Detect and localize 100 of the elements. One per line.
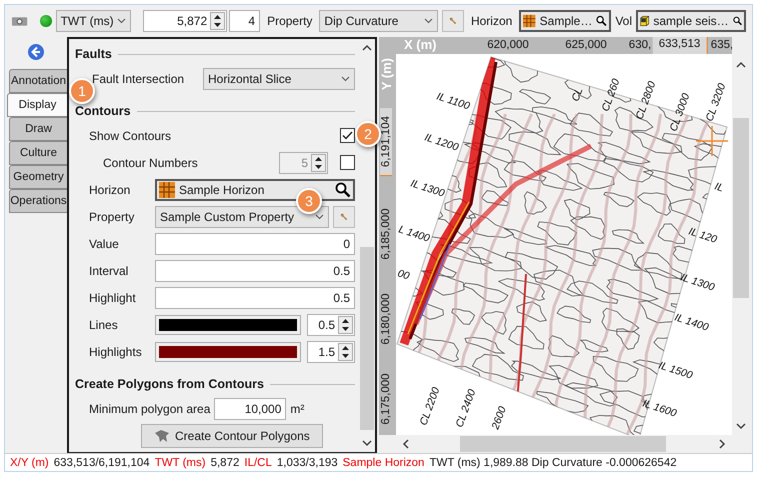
grid-label: CL 2800 [634,80,658,122]
caret-icon [117,18,126,24]
grid-label: IL 1200 [423,131,460,154]
horizon-label: Horizon [470,14,514,28]
status-value: 633,513/6,191,104 [54,456,150,468]
number-field[interactable]: 0.5 [155,260,355,282]
tick-label: 6,191,104 [380,108,392,176]
spinner-arrows-icon[interactable] [210,12,226,30]
grid-label: CL 260 [600,77,622,114]
grid-label: 2600 [490,404,509,432]
color-swatch[interactable] [155,342,301,362]
scroll-up-icon[interactable] [362,44,372,52]
search-icon[interactable] [596,13,608,29]
fault-dropdown[interactable]: Horizontal Slice [203,68,355,90]
polygon-icon [154,429,170,443]
status-dot [40,15,52,27]
horizon-picker[interactable]: Sample… [519,10,612,32]
grid-label: CL 3200 [704,82,728,124]
status-value: 5,872 [210,456,240,468]
field-label: Property [89,210,136,224]
grid-label: IL 120 [687,225,718,246]
number-spinner[interactable]: 1.5 [307,340,355,362]
field-label: Lines [89,318,119,332]
spinner-arrows-icon[interactable] [338,316,353,334]
caret-icon [424,18,433,24]
caret-icon [315,214,324,220]
side-tab[interactable]: Annotation [9,69,67,93]
grid-label: IL 1300 [679,271,716,294]
scroll-up-icon[interactable] [736,61,746,69]
scrollbar-thumb[interactable] [360,247,374,430]
scroll-right-icon[interactable] [718,439,726,449]
number-field[interactable]: 0.5 [155,286,355,308]
status-value: TWT (ms) 1,989.88 Dip Curvature -0.000626542 [429,456,677,468]
grid-label: IL 1100 [435,90,472,112]
tick-label: 625,000 [565,39,607,51]
field-label: Highlights [89,344,143,358]
field-label: Value [89,236,120,250]
crosshair-marker [695,125,729,157]
volume-picker[interactable]: sample seis… [636,10,746,32]
grid-label: CL [570,86,586,104]
area-field[interactable]: 10,000 [214,398,286,420]
grid-label: IL 1300 [409,177,446,200]
color-swatch[interactable] [155,314,301,334]
tick-label: 6,180,000 [380,293,392,345]
axis-label: Y (m) [379,58,394,90]
checkbox[interactable] [340,128,355,143]
time-spinner[interactable]: 5,872 [143,10,228,32]
status-label: IL/CL [244,456,272,468]
grid-label: CL 2200 [418,386,442,428]
property-label: Property [266,14,314,28]
side-tab[interactable]: Display [7,93,67,117]
section-heading: Create Polygons from Contours [75,377,264,391]
side-tab[interactable]: Geometry [9,165,67,189]
grid-icon [159,182,175,198]
tick-label: 635, [710,39,732,51]
grid-label: L 1400 [397,223,432,245]
volume-label: Vol [615,14,632,28]
field-label: Highlight [89,290,137,304]
property-dropdown[interactable]: Sample Custom Property [155,206,329,228]
section-heading: Contours [75,104,131,118]
section-heading: Faults [75,47,112,61]
caret-icon [341,76,350,82]
property-dropdown[interactable]: Dip Curvature [319,10,438,32]
field-label: Horizon [89,182,132,196]
field-label: Minimum polygon area [89,402,210,416]
checkbox-label: Contour Numbers [103,156,199,170]
status-value: 1,033/3,193 [276,456,338,468]
field-label: Interval [89,264,130,278]
domain-dropdown[interactable]: TWT (ms) [56,10,132,32]
grid-label: IL 1400 [673,311,710,334]
grid-label: CL 3000 [668,92,692,134]
side-tab[interactable]: Operations [9,189,67,213]
tick-label: 633,513 [652,37,708,54]
side-tab[interactable]: Draw [9,117,67,141]
scroll-down-icon[interactable] [736,422,746,430]
tick-label: 6,175,000 [380,373,392,425]
checkbox-label: Show Contours [89,128,172,142]
scroll-down-icon[interactable] [362,439,372,447]
create-polygons-button[interactable]: Create Contour Polygons [141,424,323,448]
grid-icon [523,12,536,30]
number-field[interactable]: 0 [155,232,355,254]
grid-label: 00 [396,267,411,282]
grid-label: IL 1500 [657,359,694,382]
axis-label: X (m) [404,37,436,52]
scroll-left-icon[interactable] [402,439,410,449]
status-label: TWT (ms) [154,456,206,468]
tick-label: 6,185,000 [380,208,392,260]
scrollbar-thumb[interactable] [460,436,666,452]
grid-label: IL 1600 [641,397,678,420]
tick-label: 620,000 [487,39,529,51]
step-field[interactable]: 4 [229,10,260,32]
scrollbar-thumb[interactable] [733,118,749,298]
number-spinner[interactable]: 0.5 [307,314,355,336]
spinner-arrows-icon[interactable] [338,342,353,360]
search-icon[interactable] [335,182,351,198]
side-tab[interactable]: Culture [9,141,67,165]
grid-label: CL 2400 [454,388,478,430]
tick-label: 630, [628,39,652,51]
camera-icon[interactable] [11,15,28,27]
status-label: Sample Horizon [342,456,424,468]
